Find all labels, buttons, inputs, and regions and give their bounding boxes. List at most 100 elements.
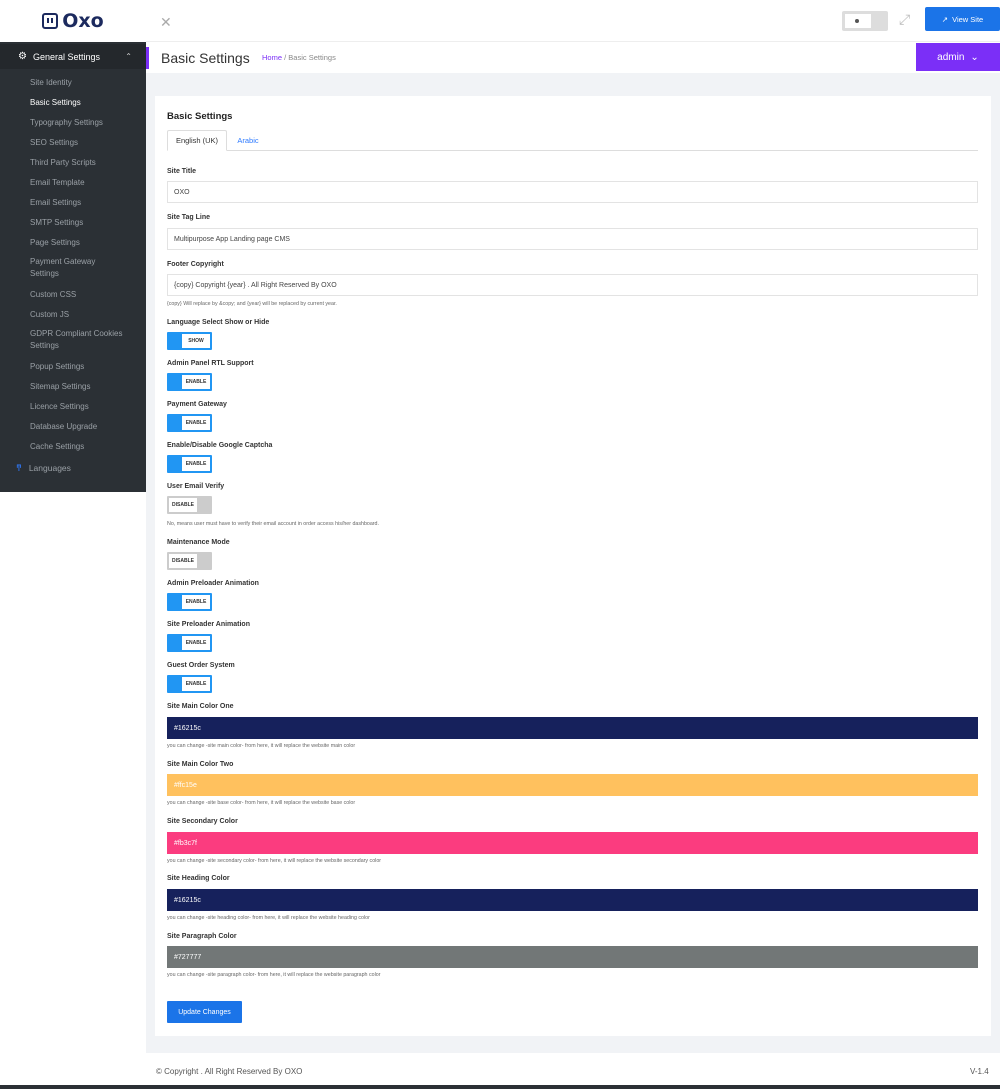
tab-arabic[interactable]: Arabic [227,130,269,151]
secondary-color-input[interactable]: #fb3c7f [167,832,978,854]
color-label: Site Main Color One [167,703,234,710]
site-preloader-toggle[interactable]: ENABLE [167,634,212,652]
sidebar-item-page-settings[interactable]: Page Settings [0,232,146,252]
footer-copyright-hint: {copy} Will replace by &copy; and {year}… [167,301,337,307]
breadcrumb-home-link[interactable]: Home [262,53,282,62]
sidebar-item-sitemap-settings[interactable]: Sitemap Settings [0,376,146,396]
sidebar-item-site-identity[interactable]: Site Identity [0,72,146,92]
site-tag-line-input[interactable]: Multipurpose App Landing page CMS [167,228,978,250]
heading-color-input[interactable]: #16215c [167,889,978,911]
main-color-two-input[interactable]: #ffc15e [167,774,978,796]
card-title: Basic Settings [167,111,233,122]
color-label: Site Paragraph Color [167,933,237,940]
sidebar-item-typography-settings[interactable]: Typography Settings [0,112,146,132]
translate-icon: ͳ [16,462,22,473]
page-title: Basic Settings [161,50,250,66]
color-hint: you can change -site base color- from he… [167,800,356,806]
gear-icon: ⚙ [18,51,27,62]
sidebar-item-cache-settings[interactable]: Cache Settings [0,436,146,456]
settings-card: Basic Settings English (UK) Arabic Site … [155,96,991,1036]
admin-preloader-toggle[interactable]: ENABLE [167,593,212,611]
main-color-one-input[interactable]: #16215c [167,717,978,739]
color-label: Site Heading Color [167,875,230,882]
toggle-label: Admin Panel RTL Support [167,360,254,367]
color-label: Site Secondary Color [167,818,238,825]
view-site-label: View Site [952,14,984,24]
paragraph-color-input[interactable]: #727777 [167,946,978,968]
dark-mode-toggle[interactable] [842,11,888,31]
top-bar: ✕ ⤢ ↗ View Site [146,0,1000,42]
toggle-state: DISABLE [169,498,197,512]
toggle-state: DISABLE [169,554,197,568]
sidebar-item-basic-settings[interactable]: Basic Settings [0,92,146,112]
google-captcha-toggle[interactable]: ENABLE [167,455,212,473]
toggle-knob [845,14,871,28]
external-link-icon: ↗ [941,14,949,24]
toggle-state: ENABLE [182,636,210,650]
color-hint: you can change -site secondary color- fr… [167,858,382,864]
toggle-state: SHOW [182,334,210,348]
toggle-label: Enable/Disable Google Captcha [167,442,273,449]
payment-gateway-toggle[interactable]: ENABLE [167,414,212,432]
logo-icon [42,13,59,29]
color-hint: you can change -site main color- from he… [167,743,356,749]
guest-order-toggle[interactable]: ENABLE [167,675,212,693]
sidebar-nav: ⚙ General Settings ⌃ Site Identity Basic… [0,42,146,492]
sidebar-group-general-settings[interactable]: ⚙ General Settings ⌃ [0,44,146,69]
rtl-support-toggle[interactable]: ENABLE [167,373,212,391]
close-icon[interactable]: ✕ [160,14,172,31]
tab-english[interactable]: English (UK) [167,130,227,151]
color-hint: you can change -site heading color- from… [167,915,370,921]
user-menu-button[interactable]: admin ⌄ [916,43,1000,71]
update-changes-button[interactable]: Update Changes [167,1001,242,1023]
chevron-up-icon: ⌃ [125,52,132,61]
user-email-verify-toggle[interactable]: DISABLE [167,496,212,514]
sidebar-languages-label: Languages [28,463,71,473]
sidebar: Oxo ⚙ General Settings ⌃ Site Identity B… [0,0,146,1089]
sidebar-item-gdpr-settings[interactable]: GDPR Compliant Cookies Settings [0,324,146,356]
sidebar-group-label: General Settings [32,51,101,62]
sidebar-item-payment-gateway-settings[interactable]: Payment Gateway Settings [0,252,146,284]
sidebar-item-seo-settings[interactable]: SEO Settings [0,132,146,152]
footer-copyright-label: Footer Copyright [167,261,224,268]
toggle-label: Language Select Show or Hide [167,319,270,326]
toggle-label: Admin Preloader Animation [167,580,259,587]
chevron-down-icon: ⌄ [970,51,979,63]
sidebar-item-languages[interactable]: ͳ Languages [0,456,146,480]
sidebar-item-smtp-settings[interactable]: SMTP Settings [0,212,146,232]
brand-logo[interactable]: Oxo [0,0,146,42]
site-title-label: Site Title [167,168,197,175]
breadcrumb-current: Basic Settings [288,53,336,62]
sidebar-item-email-settings[interactable]: Email Settings [0,192,146,212]
sidebar-item-custom-css[interactable]: Custom CSS [0,284,146,304]
footer-copyright: © Copyright . All Right Reserved By OXO [156,1067,303,1076]
toggle-label: Guest Order System [167,662,235,669]
footer-version: V-1.4 [970,1067,989,1076]
page-header: Basic Settings Home / Basic Settings adm… [146,43,1000,73]
color-label: Site Main Color Two [167,761,234,768]
toggle-state: ENABLE [182,677,210,691]
toggle-state: ENABLE [182,457,210,471]
header-accent [146,47,149,69]
sidebar-item-database-upgrade[interactable]: Database Upgrade [0,416,146,436]
footer-copyright-input[interactable]: {copy} Copyright {year} . All Right Rese… [167,274,978,296]
toggle-label: Site Preloader Animation [167,621,250,628]
user-email-verify-hint: No, means user must have to verify their… [167,521,379,527]
sidebar-item-email-template[interactable]: Email Template [0,172,146,192]
sidebar-item-third-party-scripts[interactable]: Third Party Scripts [0,152,146,172]
sidebar-item-custom-js[interactable]: Custom JS [0,304,146,324]
breadcrumb: Home / Basic Settings [262,53,336,62]
maintenance-mode-toggle[interactable]: DISABLE [167,552,212,570]
toggle-label: User Email Verify [167,483,225,490]
site-title-input[interactable]: OXO [167,181,978,203]
sidebar-item-licence-settings[interactable]: Licence Settings [0,396,146,416]
language-select-toggle[interactable]: SHOW [167,332,212,350]
view-site-button[interactable]: ↗ View Site [925,7,1000,31]
user-name: admin [937,51,965,63]
language-tabs: English (UK) Arabic [167,130,978,151]
toggle-label: Maintenance Mode [167,539,230,546]
site-tag-line-label: Site Tag Line [167,214,211,221]
breadcrumb-separator: / [284,53,287,62]
fullscreen-icon[interactable]: ⤢ [899,11,910,28]
sidebar-item-popup-settings[interactable]: Popup Settings [0,356,146,376]
